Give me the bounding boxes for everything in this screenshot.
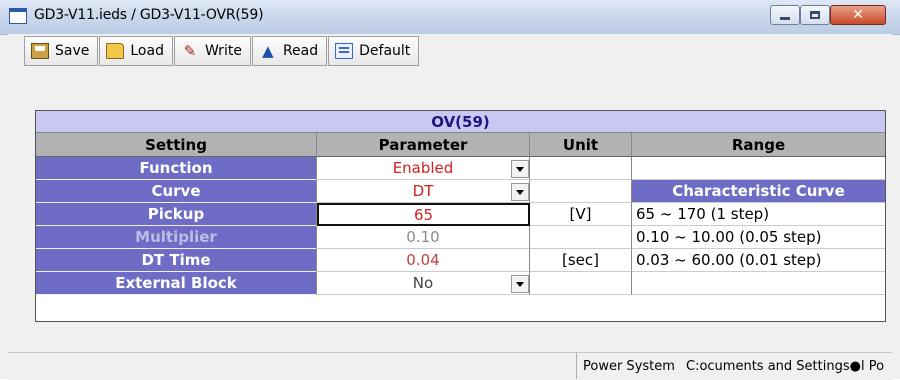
unit-cell bbox=[530, 180, 632, 203]
chevron-down-icon bbox=[516, 189, 524, 195]
status-system: Power System bbox=[583, 359, 675, 374]
external-block-select[interactable]: No bbox=[317, 272, 530, 295]
toolbar: Save Load ✎ Write ▲ Read Default bbox=[24, 36, 420, 68]
chevron-down-icon bbox=[516, 166, 524, 172]
unit-cell: [sec] bbox=[530, 249, 632, 272]
minimize-icon bbox=[780, 17, 790, 20]
title-bar[interactable]: GD3-V11.ieds / GD3-V11-OVR(59) ✕ bbox=[0, 0, 900, 35]
unit-cell bbox=[530, 157, 632, 180]
load-button[interactable]: Load bbox=[99, 36, 173, 66]
write-button[interactable]: ✎ Write bbox=[173, 36, 251, 66]
unit-cell bbox=[530, 226, 632, 249]
header-unit: Unit bbox=[530, 133, 632, 157]
read-label: Read bbox=[282, 43, 319, 59]
status-bar: Power System C:ocuments and Settings●l P… bbox=[8, 352, 892, 380]
dropdown-button[interactable] bbox=[511, 275, 529, 293]
row-label-function: Function bbox=[36, 157, 317, 180]
arrow-up-icon: ▲ bbox=[262, 42, 274, 60]
range-cell bbox=[632, 157, 885, 180]
unit-cell bbox=[530, 272, 632, 295]
header-setting: Setting bbox=[36, 133, 317, 157]
status-path: C:ocuments and Settings●l Po bbox=[686, 359, 885, 374]
close-button[interactable]: ✕ bbox=[830, 5, 886, 25]
section-title: OV(59) bbox=[36, 111, 885, 133]
range-cell: 0.10 ~ 10.00 (0.05 step) bbox=[632, 226, 885, 249]
chevron-down-icon bbox=[516, 281, 524, 287]
multiplier-input[interactable]: 0.10 bbox=[317, 226, 530, 249]
characteristic-curve-button[interactable]: Characteristic Curve bbox=[632, 180, 885, 203]
range-cell: 0.03 ~ 60.00 (0.01 step) bbox=[632, 249, 885, 272]
row-label-multiplier: Multiplier bbox=[36, 226, 317, 249]
curve-select[interactable]: DT bbox=[317, 180, 530, 203]
app-window: GD3-V11.ieds / GD3-V11-OVR(59) ✕ Save Lo… bbox=[0, 0, 900, 380]
load-label: Load bbox=[130, 43, 164, 59]
row-label-pickup: Pickup bbox=[36, 203, 317, 226]
maximize-icon bbox=[810, 11, 820, 19]
save-icon bbox=[31, 43, 49, 59]
multiplier-value: 0.10 bbox=[406, 228, 440, 246]
maximize-button[interactable] bbox=[800, 5, 830, 25]
external-block-value: No bbox=[412, 274, 434, 292]
function-select[interactable]: Enabled bbox=[317, 157, 530, 180]
range-cell bbox=[632, 272, 885, 295]
minimize-button[interactable] bbox=[770, 5, 800, 25]
pickup-input[interactable]: 65 bbox=[317, 203, 530, 226]
header-range: Range bbox=[632, 133, 885, 157]
header-parameter: Parameter bbox=[317, 133, 530, 157]
settings-grid: OV(59) Setting Parameter Unit Range Func… bbox=[35, 110, 886, 322]
pickup-value: 65 bbox=[413, 205, 434, 224]
row-label-external-block: External Block bbox=[36, 272, 317, 295]
default-label: Default bbox=[359, 43, 411, 59]
folder-open-icon bbox=[106, 43, 125, 59]
dt-time-value: 0.04 bbox=[406, 251, 440, 269]
default-button[interactable]: Default bbox=[328, 36, 420, 66]
write-icon: ✎ bbox=[183, 42, 197, 60]
row-label-curve: Curve bbox=[36, 180, 317, 203]
window-title: GD3-V11.ieds / GD3-V11-OVR(59) bbox=[34, 7, 264, 23]
dropdown-button[interactable] bbox=[511, 160, 529, 178]
window-icon bbox=[9, 8, 27, 24]
status-pane-left bbox=[8, 353, 577, 379]
read-button[interactable]: ▲ Read bbox=[251, 36, 328, 66]
dropdown-button[interactable] bbox=[511, 183, 529, 201]
close-icon: ✕ bbox=[852, 7, 864, 23]
range-cell: 65 ~ 170 (1 step) bbox=[632, 203, 885, 226]
unit-cell: [V] bbox=[530, 203, 632, 226]
write-label: Write bbox=[204, 43, 242, 59]
curve-value: DT bbox=[412, 182, 434, 200]
row-label-dt-time: DT Time bbox=[36, 249, 317, 272]
default-icon bbox=[335, 43, 354, 59]
save-button[interactable]: Save bbox=[24, 36, 99, 66]
dt-time-input[interactable]: 0.04 bbox=[317, 249, 530, 272]
save-label: Save bbox=[55, 43, 90, 59]
function-value: Enabled bbox=[392, 159, 454, 177]
